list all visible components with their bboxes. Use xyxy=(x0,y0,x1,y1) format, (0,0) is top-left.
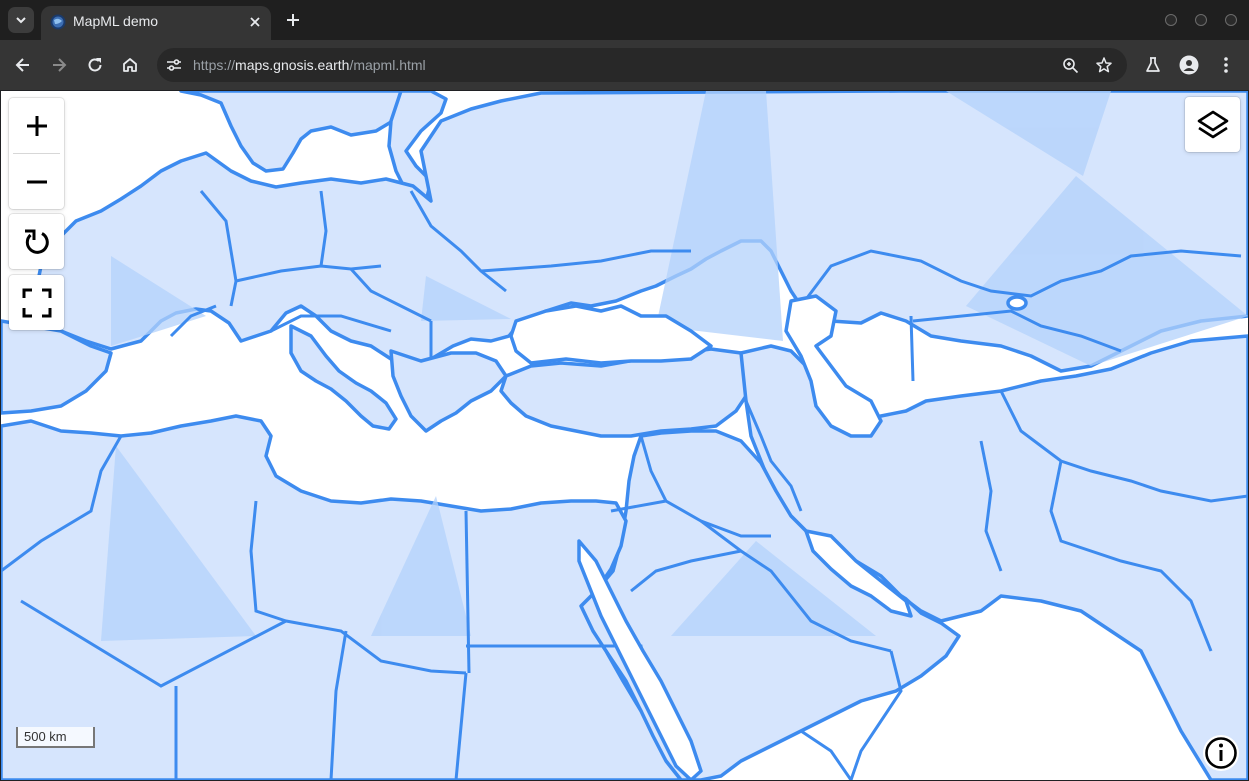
layers-icon xyxy=(1197,110,1228,138)
arrow-left-icon xyxy=(15,58,29,72)
north-africa-landmass xyxy=(1,414,683,780)
fullscreen-control xyxy=(9,275,64,330)
tab-search-button[interactable] xyxy=(8,7,34,33)
forward-button[interactable] xyxy=(47,53,71,77)
reload-icon xyxy=(24,229,49,254)
address-bar[interactable]: https://maps.gnosis.earth/mapml.html xyxy=(157,48,1127,82)
refresh-icon xyxy=(88,58,102,72)
bookmark-star-icon[interactable] xyxy=(1095,56,1113,74)
minimize-window-button[interactable] xyxy=(1165,14,1177,26)
url-host: maps.gnosis.earth xyxy=(235,57,350,73)
reload-map-button[interactable] xyxy=(9,214,64,269)
layers-control xyxy=(1185,97,1240,152)
info-icon xyxy=(1205,737,1237,769)
scale-bar: 500 km xyxy=(16,727,95,748)
map-viewport[interactable]: 500 km xyxy=(1,91,1248,780)
flask-icon xyxy=(1146,57,1160,72)
fullscreen-button[interactable] xyxy=(9,275,64,330)
tab-mapml-demo[interactable]: MapML demo xyxy=(41,6,271,40)
chevron-down-icon xyxy=(16,17,26,24)
layers-button[interactable] xyxy=(1185,97,1240,152)
aral-sea xyxy=(1006,295,1028,311)
labs-button[interactable] xyxy=(1141,53,1165,77)
tab-title: MapML demo xyxy=(73,13,159,29)
globe-favicon-icon xyxy=(50,14,66,30)
fullscreen-icon xyxy=(22,288,51,317)
balkans-landmass xyxy=(389,349,508,433)
profile-button[interactable] xyxy=(1177,53,1201,77)
maximize-window-button[interactable] xyxy=(1195,14,1207,26)
arrow-right-icon xyxy=(53,58,67,72)
home-icon xyxy=(123,58,137,72)
zoom-magnifier-icon[interactable] xyxy=(1062,57,1079,74)
tab-strip: MapML demo xyxy=(0,0,1249,40)
map-info-button[interactable] xyxy=(1203,735,1239,771)
close-window-button[interactable] xyxy=(1225,14,1237,26)
browser-toolbar: https://maps.gnosis.earth/mapml.html xyxy=(0,40,1249,90)
home-button[interactable] xyxy=(118,53,142,77)
plus-icon xyxy=(26,115,47,136)
url-path: /mapml.html xyxy=(349,57,426,73)
new-tab-plus-icon[interactable] xyxy=(284,11,302,29)
more-vertical-icon xyxy=(1224,57,1228,73)
site-settings-icon[interactable] xyxy=(165,56,183,74)
zoom-control xyxy=(9,98,64,209)
url-text: https://maps.gnosis.earth/mapml.html xyxy=(193,57,426,73)
basemap-countries xyxy=(1,91,1248,780)
reload-map-control xyxy=(9,214,64,269)
browser-menu-button[interactable] xyxy=(1214,53,1238,77)
zoom-out-button[interactable] xyxy=(9,154,64,209)
zoom-in-button[interactable] xyxy=(9,98,64,153)
back-button[interactable] xyxy=(11,53,35,77)
minus-icon xyxy=(26,180,47,183)
url-scheme: https:// xyxy=(193,57,236,73)
reload-page-button[interactable] xyxy=(83,53,107,77)
profile-icon xyxy=(1179,55,1199,75)
close-icon[interactable] xyxy=(247,14,263,30)
